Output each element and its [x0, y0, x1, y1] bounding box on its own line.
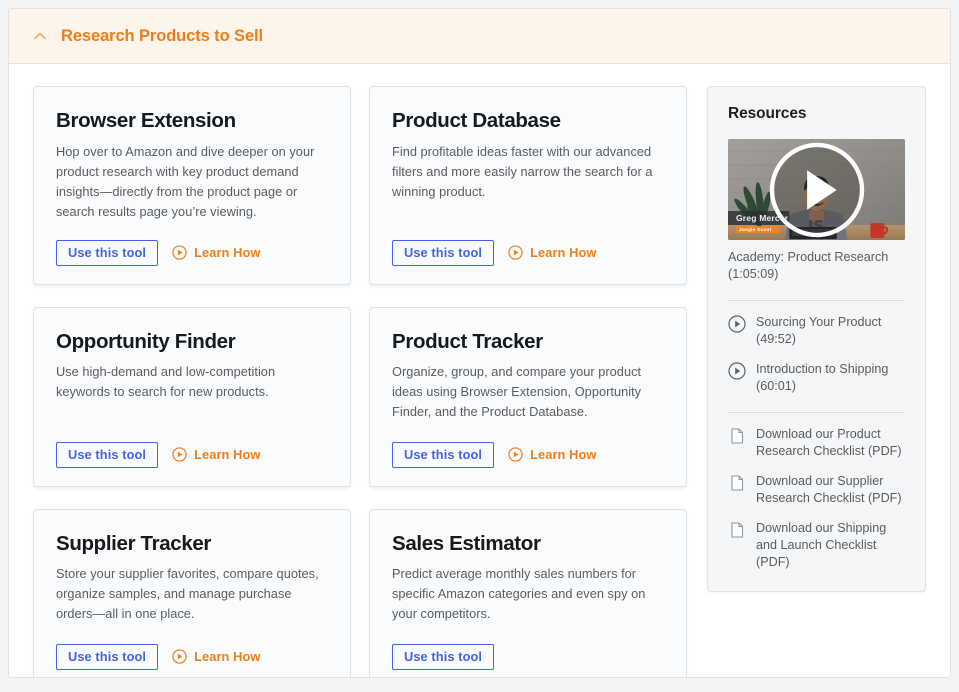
page-title: Research Products to Sell: [61, 26, 263, 45]
play-circle-icon: [172, 649, 187, 664]
tool-card-actions: Use this tool Learn How: [56, 626, 328, 670]
resource-label: Introduction to Shipping (60:01): [756, 362, 889, 393]
tool-card-title: Browser Extension: [56, 109, 236, 132]
learn-how-label: Learn How: [194, 245, 261, 261]
tool-card-description: Hop over to Amazon and dive deeper on yo…: [56, 143, 315, 219]
document-icon: [731, 522, 744, 538]
use-this-tool-button[interactable]: Use this tool: [56, 441, 159, 468]
resource-label: Download our Product Research Checklist …: [756, 427, 902, 458]
play-circle-icon: [508, 245, 523, 260]
learn-how-link[interactable]: Learn How: [172, 447, 260, 462]
panel-header[interactable]: Research Products to Sell: [9, 9, 950, 64]
learn-how-label: Learn How: [530, 447, 597, 463]
tool-card-actions: Use this tool Learn How: [56, 222, 328, 266]
tool-card-description: Find profitable ideas faster with our ad…: [392, 143, 653, 199]
tool-cards-grid: Browser Extension Hop over to Amazon and…: [33, 86, 687, 677]
document-icon: [731, 428, 744, 444]
play-circle-icon: [172, 245, 187, 260]
chevron-up-icon[interactable]: [31, 27, 49, 45]
tool-card: Product Database Find profitable ideas f…: [369, 86, 687, 285]
tool-card-title: Supplier Tracker: [56, 531, 212, 555]
resource-download-link[interactable]: Download our Supplier Research Checklist…: [728, 473, 905, 507]
tool-card: Supplier Tracker Store your supplier fav…: [33, 508, 351, 677]
resources-panel: Resources Greg Mercer Jungle Scout Acade…: [707, 86, 926, 592]
resource-video-link[interactable]: Introduction to Shipping (60:01): [728, 361, 905, 395]
resource-download-link[interactable]: Download our Product Research Checklist …: [728, 426, 905, 460]
learn-how-link[interactable]: Learn How: [508, 245, 596, 260]
tool-card-title: Opportunity Finder: [56, 329, 236, 353]
learn-how-link[interactable]: Learn How: [172, 649, 260, 664]
tool-card-title: Product Tracker: [392, 329, 543, 353]
tool-card-title: Sales Estimator: [392, 531, 541, 555]
play-button-overlay-icon[interactable]: [728, 139, 905, 240]
tool-card: Sales Estimator Predict average monthly …: [369, 508, 687, 677]
learn-how-link[interactable]: Learn How: [508, 447, 596, 462]
tool-card: Product Tracker Organize, group, and com…: [369, 306, 687, 487]
document-icon: [731, 475, 744, 491]
resource-label: Download our Shipping and Launch Checkli…: [756, 521, 887, 569]
tool-card-description: Store your supplier favorites, compare q…: [56, 566, 319, 622]
video-caption[interactable]: Academy: Product Research (1:05:09): [728, 249, 905, 283]
play-circle-icon: [728, 315, 746, 333]
learn-how-link[interactable]: Learn How: [172, 245, 260, 260]
play-circle-icon: [728, 362, 746, 380]
use-this-tool-button[interactable]: Use this tool: [56, 239, 159, 266]
use-this-tool-button[interactable]: Use this tool: [392, 239, 495, 266]
learn-how-label: Learn How: [194, 649, 261, 665]
tool-card-description: Organize, group, and compare your produc…: [392, 364, 642, 420]
panel-body: Browser Extension Hop over to Amazon and…: [9, 64, 950, 677]
resource-download-link[interactable]: Download our Shipping and Launch Checkli…: [728, 520, 905, 571]
resource-video-link[interactable]: Sourcing Your Product (49:52): [728, 314, 905, 348]
resources-title: Resources: [728, 105, 807, 122]
tool-card-actions: Use this tool: [392, 626, 664, 670]
page-root: Research Products to Sell Browser Extens…: [0, 0, 959, 692]
tool-card-actions: Use this tool Learn How: [392, 424, 664, 468]
tool-card-actions: Use this tool Learn How: [392, 222, 664, 266]
resource-label: Download our Supplier Research Checklist…: [756, 474, 902, 505]
divider: [728, 300, 905, 301]
tool-card: Browser Extension Hop over to Amazon and…: [33, 86, 351, 285]
tool-card-title: Product Database: [392, 109, 561, 132]
resource-label: Sourcing Your Product (49:52): [756, 315, 882, 346]
play-circle-icon: [508, 447, 523, 462]
play-circle-icon: [172, 447, 187, 462]
tool-card: Opportunity Finder Use high-demand and l…: [33, 306, 351, 487]
use-this-tool-button[interactable]: Use this tool: [56, 643, 159, 670]
tool-card-description: Use high-demand and low-competition keyw…: [56, 364, 276, 400]
video-speaker-name: Greg Mercer: [736, 213, 789, 223]
use-this-tool-button[interactable]: Use this tool: [392, 441, 495, 468]
divider: [728, 412, 905, 413]
video-speaker-badge: Jungle Scout: [739, 227, 772, 232]
tool-card-actions: Use this tool Learn How: [56, 424, 328, 468]
learn-how-label: Learn How: [530, 245, 597, 261]
research-panel: Research Products to Sell Browser Extens…: [8, 8, 951, 678]
use-this-tool-button[interactable]: Use this tool: [392, 643, 495, 670]
tool-card-description: Predict average monthly sales numbers fo…: [392, 566, 646, 622]
learn-how-label: Learn How: [194, 447, 261, 463]
video-thumbnail[interactable]: JS Greg Mercer: [728, 139, 905, 240]
